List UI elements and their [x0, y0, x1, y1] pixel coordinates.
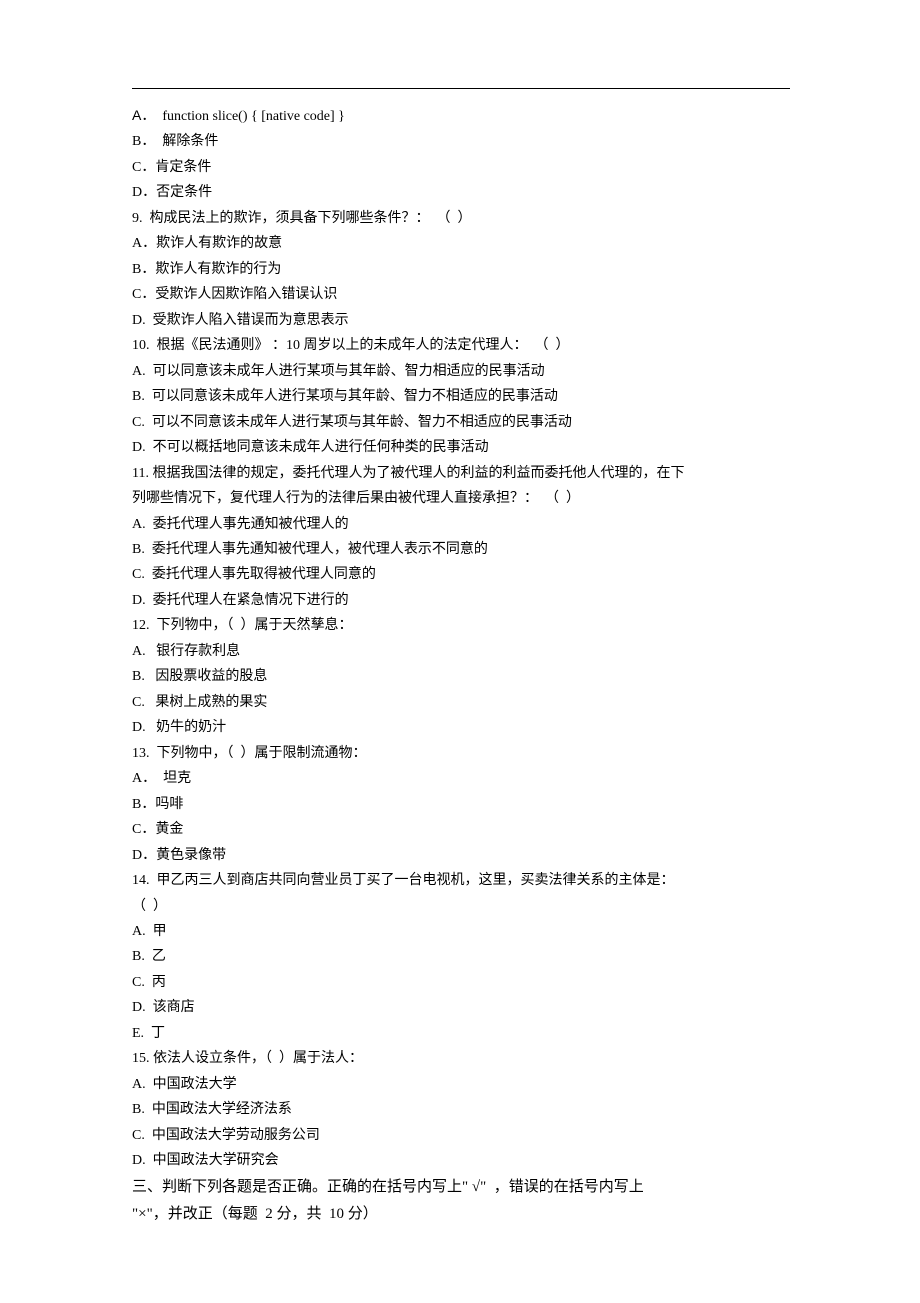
q11-d: D. 委托代理人在紧急情况下进行的	[132, 588, 790, 613]
question-10: 10. 根据《民法通则》 ：10 周岁以上的未成年人的法定代理人： （ ）	[132, 333, 790, 358]
q12-a: A. 银行存款利息	[132, 639, 790, 664]
q10-a: A. 可以同意该未成年人进行某项与其年龄、智力相适应的民事活动	[132, 359, 790, 384]
question-12: 12. 下列物中，（ ）属于天然孳息：	[132, 613, 790, 638]
q12-c: C. 果树上成熟的果实	[132, 690, 790, 715]
q14-e: E. 丁	[132, 1021, 790, 1046]
q10-c: C. 可以不同意该未成年人进行某项与其年龄、智力不相适应的民事活动	[132, 410, 790, 435]
q14-a: A. 甲	[132, 919, 790, 944]
q11-b: B. 委托代理人事先通知被代理人，被代理人表示不同意的	[132, 537, 790, 562]
q15-a: A. 中国政法大学	[132, 1072, 790, 1097]
q13-d: D．黄色录像带	[132, 843, 790, 868]
q13-c: C．黄金	[132, 817, 790, 842]
section-3-heading-l2: "×"，并改正（每题 2 分，共 10 分）	[132, 1201, 790, 1228]
q9-a: A．欺诈人有欺诈的故意	[132, 231, 790, 256]
question-9: 9. 构成民法上的欺诈，须具备下列哪些条件？： （ ）	[132, 206, 790, 231]
q13-a: A． 坦克	[132, 766, 790, 791]
question-14-l1: 14. 甲乙丙三人到商店共同向营业员丁买了一台电视机，这里，买卖法律关系的主体是…	[132, 868, 790, 893]
top-rule	[132, 88, 790, 89]
q12-d: D. 奶牛的奶汁	[132, 715, 790, 740]
option-a: A． function slice() { [native code] }	[132, 103, 790, 129]
option-d: D．否定条件	[132, 180, 790, 205]
q13-b: B．吗啡	[132, 792, 790, 817]
question-14-l2: （ ）	[132, 894, 790, 919]
q14-d: D. 该商店	[132, 995, 790, 1020]
question-11-l1: 11. 根据我国法律的规定，委托代理人为了被代理人的利益的利益而委托他人代理的，…	[132, 461, 790, 486]
question-13: 13. 下列物中，（ ）属于限制流通物：	[132, 741, 790, 766]
option-b: B． 解除条件	[132, 129, 790, 154]
q12-b: B. 因股票收益的股息	[132, 664, 790, 689]
q15-b: B. 中国政法大学经济法系	[132, 1097, 790, 1122]
q10-d: D. 不可以概括地同意该未成年人进行任何种类的民事活动	[132, 435, 790, 460]
page: A． function slice() { [native code] } B．…	[0, 0, 920, 1303]
q9-d: D. 受欺诈人陷入错误而为意思表示	[132, 308, 790, 333]
q9-c: C．受欺诈人因欺诈陷入错误认识	[132, 282, 790, 307]
option-c: C．肯定条件	[132, 155, 790, 180]
q11-a: A. 委托代理人事先通知被代理人的	[132, 512, 790, 537]
q14-c: C. 丙	[132, 970, 790, 995]
q15-d: D. 中国政法大学研究会	[132, 1148, 790, 1173]
q14-b: B. 乙	[132, 944, 790, 969]
q15-c: C. 中国政法大学劳动服务公司	[132, 1123, 790, 1148]
q11-c: C. 委托代理人事先取得被代理人同意的	[132, 562, 790, 587]
q10-b: B. 可以同意该未成年人进行某项与其年龄、智力不相适应的民事活动	[132, 384, 790, 409]
q9-b: B．欺诈人有欺诈的行为	[132, 257, 790, 282]
section-3-heading-l1: 三、判断下列各题是否正确。正确的在括号内写上" √" ，错误的在括号内写上	[132, 1174, 790, 1201]
question-15: 15. 依法人设立条件，（ ）属于法人：	[132, 1046, 790, 1071]
question-11-l2: 列哪些情况下，复代理人行为的法律后果由被代理人直接承担？： （ ）	[132, 486, 790, 511]
